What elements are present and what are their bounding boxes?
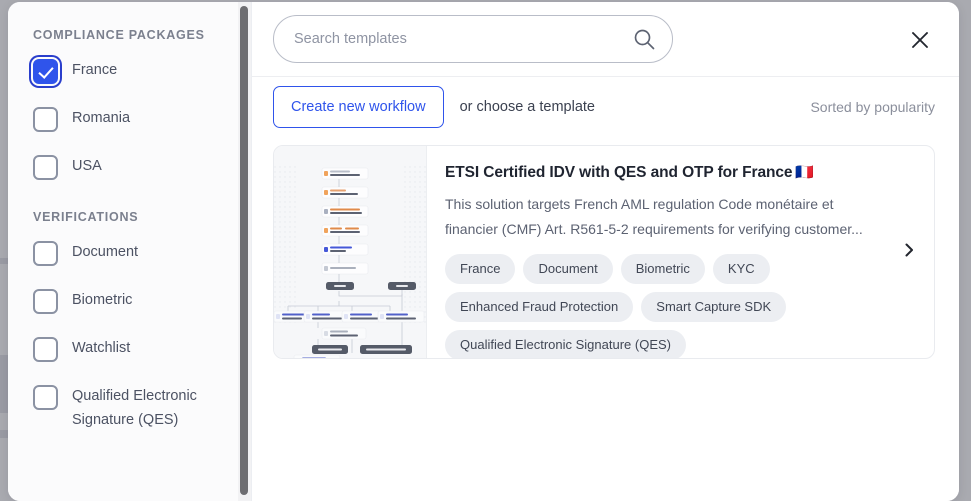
filter-item-document[interactable]: Document: [8, 240, 251, 266]
filter-label-romania: Romania: [72, 106, 130, 130]
filter-label-usa: USA: [72, 154, 102, 178]
template-title-row: ETSI Certified IDV with QES and OTP for …: [445, 163, 874, 182]
tag-qualified-electronic-signature: Qualified Electronic Signature (QES): [445, 330, 686, 359]
filter-label-qes: Qualified Electronic Signature (QES): [72, 384, 222, 432]
template-title: ETSI Certified IDV with QES and OTP for …: [445, 164, 792, 181]
template-details: ETSI Certified IDV with QES and OTP for …: [427, 146, 884, 358]
screen: COMPLIANCE PACKAGES France Romania USA V…: [0, 0, 971, 501]
tag-document: Document: [523, 254, 612, 284]
checkbox-qes[interactable]: [33, 385, 58, 410]
template-description: This solution targets French AML regulat…: [445, 192, 870, 242]
checkbox-watchlist[interactable]: [33, 337, 58, 362]
choose-template-label: or choose a template: [460, 99, 595, 115]
tag-smart-capture-sdk: Smart Capture SDK: [641, 292, 786, 322]
filter-label-document: Document: [72, 240, 138, 264]
search-header: [252, 2, 959, 77]
templates-toolbar: Create new workflow or choose a template…: [252, 77, 959, 137]
filters-sidebar: COMPLIANCE PACKAGES France Romania USA V…: [8, 2, 252, 501]
sidebar-section-compliance: COMPLIANCE PACKAGES France Romania USA: [8, 28, 251, 180]
tag-enhanced-fraud-protection: Enhanced Fraud Protection: [445, 292, 633, 322]
tag-kyc: KYC: [713, 254, 770, 284]
close-icon: [907, 41, 933, 56]
templates-list: ETSI Certified IDV with QES and OTP for …: [252, 137, 959, 501]
filter-label-watchlist: Watchlist: [72, 336, 130, 360]
checkbox-romania[interactable]: [33, 107, 58, 132]
sidebar-heading-compliance: COMPLIANCE PACKAGES: [8, 28, 251, 42]
sidebar-heading-verifications: VERIFICATIONS: [8, 210, 251, 224]
workflow-diagram-preview-icon: [274, 146, 426, 358]
template-open-button[interactable]: [884, 146, 934, 358]
filter-label-biometric: Biometric: [72, 288, 132, 312]
template-picker-modal: COMPLIANCE PACKAGES France Romania USA V…: [8, 2, 959, 501]
checkbox-usa[interactable]: [33, 155, 58, 180]
search-container: [273, 15, 673, 63]
template-tags: France Document Biometric KYC Enhanced F…: [445, 254, 874, 359]
filter-item-romania[interactable]: Romania: [8, 106, 251, 132]
chevron-right-icon: [901, 242, 917, 263]
checkbox-document[interactable]: [33, 241, 58, 266]
sidebar-scrollbar-thumb[interactable]: [240, 6, 248, 495]
filter-label-france: France: [72, 58, 117, 82]
sidebar-scrollbar[interactable]: [238, 2, 251, 501]
create-new-workflow-button[interactable]: Create new workflow: [273, 86, 444, 128]
backdrop-band: [0, 258, 8, 264]
close-button[interactable]: [907, 27, 933, 53]
sort-order-label[interactable]: Sorted by popularity: [810, 99, 935, 115]
page-behind-backdrop: [0, 0, 8, 501]
filter-item-france[interactable]: France: [8, 58, 251, 84]
checkbox-france[interactable]: [33, 59, 58, 84]
backdrop-band: [0, 355, 8, 413]
tag-biometric: Biometric: [621, 254, 705, 284]
filter-item-usa[interactable]: USA: [8, 154, 251, 180]
template-card[interactable]: ETSI Certified IDV with QES and OTP for …: [273, 145, 935, 359]
templates-pane: Create new workflow or choose a template…: [252, 2, 959, 501]
france-flag-icon: 🇫🇷: [795, 164, 814, 181]
filter-item-watchlist[interactable]: Watchlist: [8, 336, 251, 362]
checkbox-biometric[interactable]: [33, 289, 58, 314]
tag-france: France: [445, 254, 515, 284]
search-input[interactable]: [273, 15, 673, 63]
backdrop-band: [0, 430, 8, 438]
filter-item-biometric[interactable]: Biometric: [8, 288, 251, 314]
filter-item-qes[interactable]: Qualified Electronic Signature (QES): [8, 384, 251, 432]
sidebar-section-verifications: VERIFICATIONS Document Biometric Watchli…: [8, 210, 251, 432]
template-thumbnail: [274, 146, 427, 358]
